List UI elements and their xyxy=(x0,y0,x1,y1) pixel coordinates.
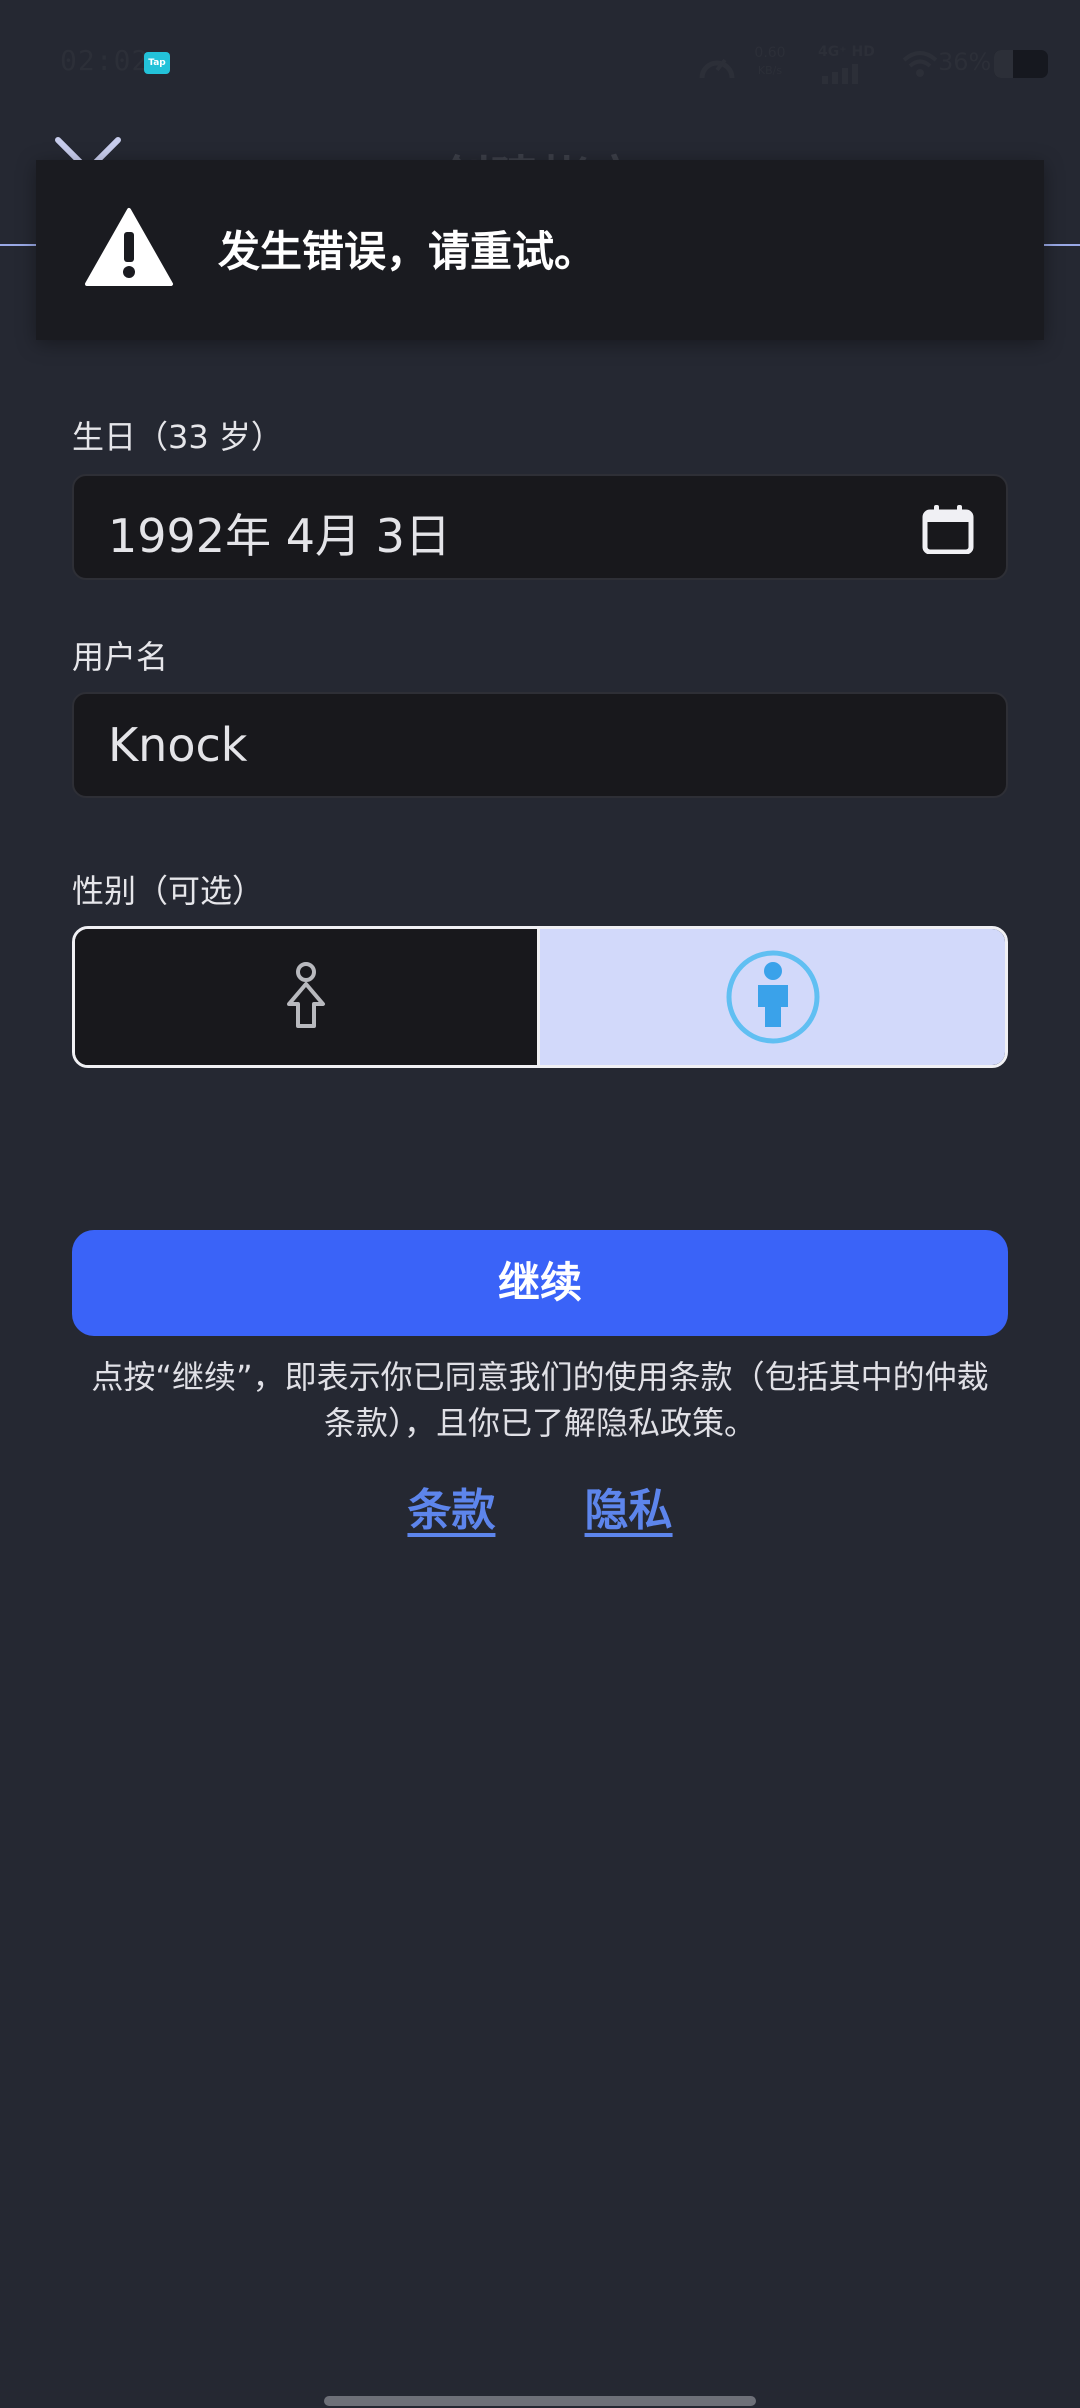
birthday-label: 生日（33 岁） xyxy=(72,418,283,456)
status-time: 02:02 xyxy=(60,44,150,77)
username-value[interactable]: Knock xyxy=(108,718,928,772)
cell-signal-icon xyxy=(822,64,858,84)
network-speed-value: 0.60 xyxy=(754,45,786,61)
wifi-icon xyxy=(902,51,938,77)
terms-link[interactable]: 条款 xyxy=(407,1474,495,1538)
username-label: 用户名 xyxy=(72,638,169,676)
network-speed: 0.60 KB/s xyxy=(750,44,790,80)
error-toast: 发生错误，请重试。 xyxy=(36,160,1044,340)
create-account-screen: 02:02 Tap 0.60 KB/s 4G⁺ HD 36% 发生错误，请重试。… xyxy=(0,0,1080,2408)
female-icon xyxy=(287,962,325,1028)
battery-percent: 36% xyxy=(938,48,992,76)
speedometer-icon xyxy=(699,58,735,79)
network-speed-unit: KB/s xyxy=(757,64,783,77)
gender-option-male[interactable] xyxy=(540,929,1005,1065)
home-indicator[interactable] xyxy=(324,2396,756,2406)
privacy-link[interactable]: 隐私 xyxy=(585,1474,673,1538)
legal-links: 条款 隐私 xyxy=(0,1474,1080,1538)
calendar-icon[interactable] xyxy=(922,504,974,554)
male-icon xyxy=(726,950,819,1044)
birthday-field[interactable]: 1992年 4月 3日 xyxy=(72,474,1008,580)
gender-option-female[interactable] xyxy=(75,929,540,1065)
battery-icon xyxy=(994,50,1048,78)
network-type: 4G⁺ HD xyxy=(818,44,875,60)
error-message: 发生错误，请重试。 xyxy=(218,227,597,276)
continue-button[interactable]: 继续 xyxy=(72,1230,1008,1336)
username-field[interactable]: Knock xyxy=(72,692,1008,798)
warning-icon xyxy=(85,208,173,286)
gender-label: 性别（可选） xyxy=(72,872,265,910)
app-notification-icon: Tap xyxy=(144,52,170,74)
battery-level xyxy=(994,50,1014,78)
gender-selector xyxy=(72,926,1008,1068)
birthday-value[interactable]: 1992年 4月 3日 xyxy=(108,500,928,566)
terms-notice: 点按“继续”，即表示你已同意我们的使用条款（包括其中的仲裁条款），且你已了解隐私… xyxy=(91,1358,989,1442)
status-bar: 02:02 Tap 0.60 KB/s 4G⁺ HD 36% xyxy=(0,0,1080,130)
